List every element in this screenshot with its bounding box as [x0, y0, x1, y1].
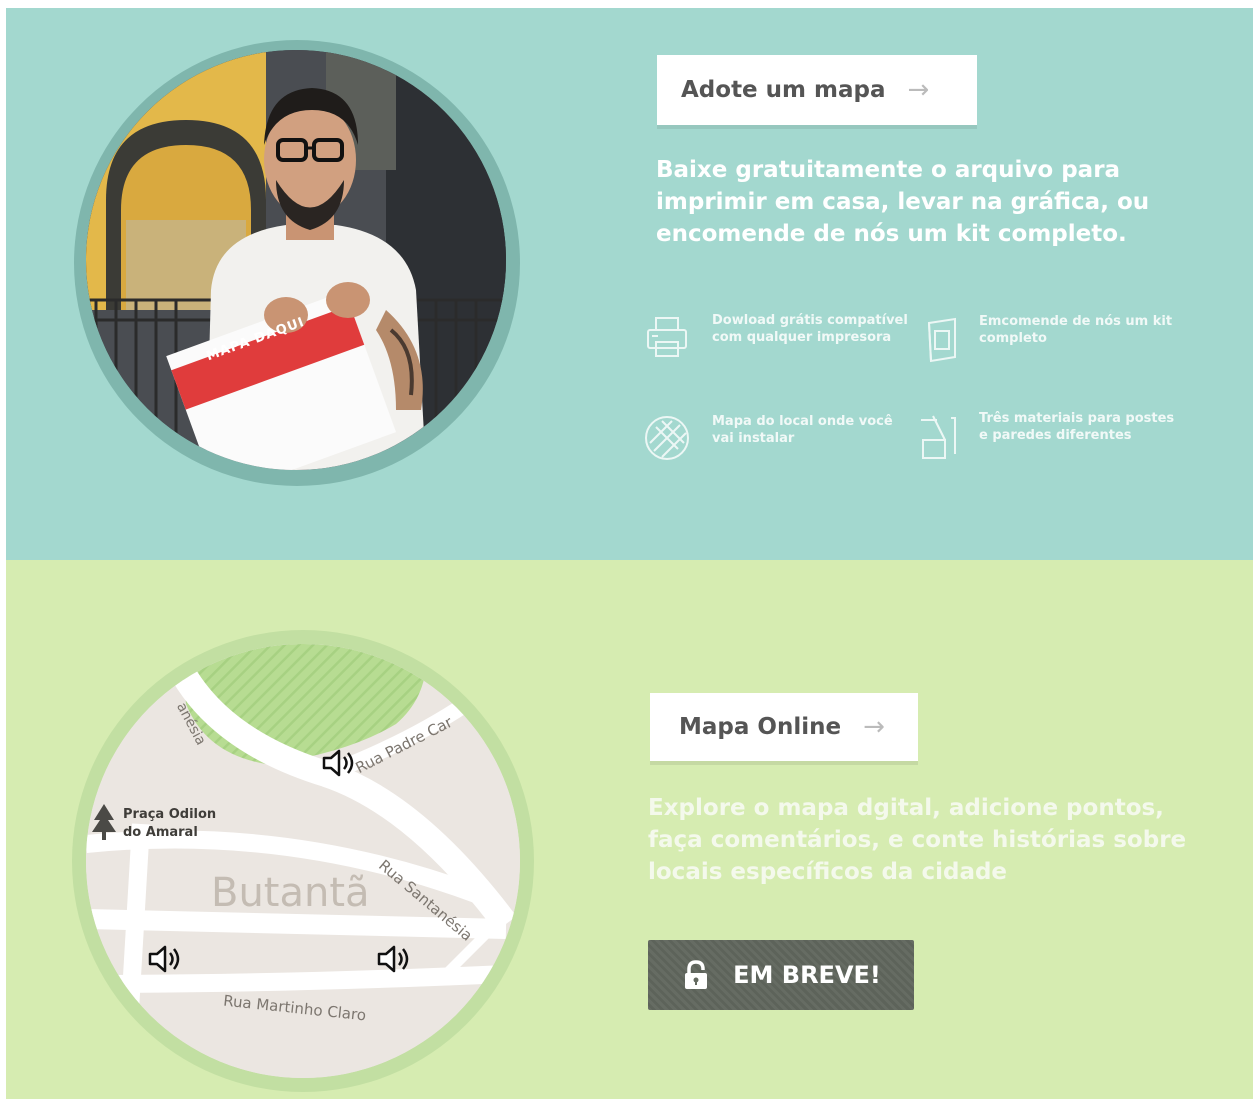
arrow-right-icon: → [907, 75, 930, 105]
adopt-map-button[interactable]: Adote um mapa → [657, 55, 977, 125]
map-tile-icon [645, 416, 689, 460]
kit-icon [927, 317, 956, 363]
arrow-right-icon: → [863, 712, 885, 742]
feature-materials-text: Três materiais para postes e paredes dif… [979, 411, 1175, 443]
feature-kit-text: Emcomende de nós um kit completo [979, 314, 1173, 346]
feature-map-tile-text: Mapa do local onde você vai instalar [712, 414, 893, 446]
online-headline: Explore o mapa dgital, adicione pontos, … [648, 795, 1187, 885]
adopt-headline: Baixe gratuitamente o arquivo para impri… [656, 157, 1150, 247]
coming-soon-label: EM BREVE! [733, 961, 881, 989]
map-park-label-line1: Praça Odilon [123, 807, 217, 822]
materials-icon [921, 415, 956, 459]
printer-icon [647, 317, 687, 357]
lock-icon [685, 960, 708, 989]
adopt-photo-frame: MAPA DAQUI [74, 40, 520, 486]
online-map-button-label: Mapa Online [679, 714, 842, 740]
online-map-frame: Praça Odilon do Amaral Butantã Rua Padre… [72, 630, 534, 1092]
adopt-map-button-label: Adote um mapa [681, 77, 886, 103]
feature-kit: Emcomende de nós um kit completo [915, 313, 1179, 363]
map-park-label-line2: do Amaral [123, 825, 198, 840]
online-map-button[interactable]: Mapa Online → [650, 693, 918, 761]
speaker-icon[interactable] [376, 944, 412, 974]
speaker-icon[interactable] [321, 748, 357, 778]
online-map: Praça Odilon do Amaral Butantã Rua Padre… [86, 644, 520, 1078]
feature-materials: Três materiais para postes e paredes dif… [915, 410, 1179, 460]
coming-soon-button[interactable]: EM BREVE! [648, 940, 914, 1010]
feature-download-text: Dowload grátis compatível com qualquer i… [712, 313, 908, 345]
person-holding-map-illustration [86, 50, 506, 470]
feature-download: Dowload grátis compatível com qualquer i… [642, 312, 912, 362]
map-neighborhood-label: Butantã [211, 870, 370, 916]
adopt-photo: MAPA DAQUI [86, 50, 506, 470]
feature-map-tile: Mapa do local onde você vai instalar [642, 413, 912, 463]
speaker-icon[interactable] [147, 944, 183, 974]
